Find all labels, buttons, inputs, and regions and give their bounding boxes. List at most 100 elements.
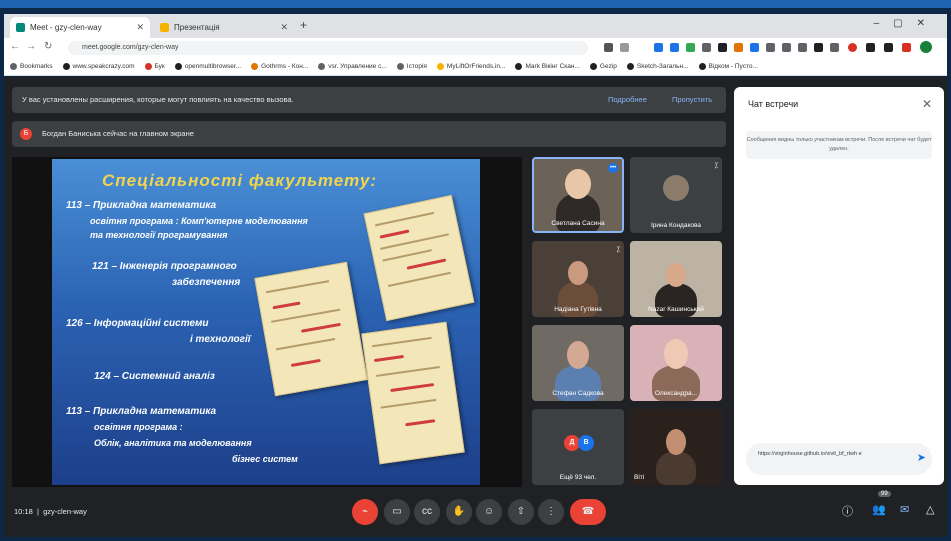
bookmark-item[interactable]: Маrk Вікінг Скан...: [515, 63, 580, 70]
extension-icon[interactable]: [702, 43, 711, 52]
close-window-icon[interactable]: ✕: [917, 18, 939, 29]
slide-line: 113 – Прикладна математика: [66, 406, 217, 417]
opera-icon[interactable]: [848, 43, 857, 52]
participant-badge: В: [578, 435, 594, 451]
participant-face: [664, 339, 688, 369]
desktop-top-stripe: [0, 0, 951, 8]
bookmark-item[interactable]: Історія: [396, 63, 427, 70]
dismiss-link[interactable]: Пропустить: [672, 87, 712, 113]
present-button[interactable]: ⇧: [508, 499, 534, 525]
people-icon[interactable]: 👥: [872, 503, 886, 516]
extension-icon[interactable]: [798, 43, 807, 52]
participant-tile[interactable]: ⁒ Надіана Гутівна: [532, 241, 624, 317]
tab-presentation[interactable]: Презентація ✕: [154, 17, 294, 38]
extension-icon[interactable]: [718, 43, 727, 52]
meeting-time-and-code: 10:18 | gzy-clen-way: [14, 507, 87, 516]
extension-icon[interactable]: [766, 43, 775, 52]
participant-tile[interactable]: Стефан Садкова: [532, 325, 624, 401]
participant-tile[interactable]: Олександра...: [630, 325, 722, 401]
participant-tile[interactable]: Nazar Кашинський: [630, 241, 722, 317]
extension-icon[interactable]: [734, 43, 743, 52]
raise-hand-button[interactable]: ✋: [446, 499, 472, 525]
new-tab-button[interactable]: +: [300, 18, 307, 32]
close-tab-icon[interactable]: ✕: [280, 22, 288, 33]
extension-icon[interactable]: [686, 43, 695, 52]
participant-tile[interactable]: Віті: [630, 409, 722, 485]
bookmark-label: www.speakcrazy.com: [72, 63, 135, 70]
extension-icon[interactable]: [620, 43, 629, 52]
participant-face: [567, 341, 589, 369]
camera-button[interactable]: ▭: [384, 499, 410, 525]
back-icon[interactable]: ←: [10, 41, 20, 52]
participant-name: Надіана Гутівна: [554, 306, 602, 313]
profile-avatar[interactable]: [920, 41, 932, 53]
participant-face: [666, 263, 686, 287]
extension-icon[interactable]: [654, 43, 663, 52]
leave-call-button[interactable]: ☎: [570, 499, 606, 525]
chat-message-input[interactable]: https://virginhouse.github.io/vivit_bf_r…: [746, 443, 932, 475]
mic-off-icon: ⁒: [616, 245, 620, 254]
bookmark-icon: [318, 63, 326, 70]
bookmark-item[interactable]: Sketch-Загальн...: [626, 63, 689, 70]
bookmark-label: MyLiftOrFriends.in...: [446, 63, 506, 70]
close-chat-icon[interactable]: ✕: [922, 97, 932, 111]
chat-icon[interactable]: ✉: [900, 503, 909, 516]
address-bar-row: ← → ↻ meet.google.com/gzy-clen-way: [4, 38, 947, 58]
mic-off-icon: ⁒: [714, 161, 718, 170]
send-icon[interactable]: ➤: [917, 451, 926, 464]
reload-icon[interactable]: ↻: [44, 41, 52, 52]
extension-icon[interactable]: [670, 43, 679, 52]
bookmark-item[interactable]: www.speakcrazy.com: [62, 63, 135, 70]
tab-meet[interactable]: Meet - gzy-clen-way ✕: [10, 17, 150, 38]
bookmark-item[interactable]: MyLiftOrFriends.in...: [436, 63, 506, 70]
extension-icon[interactable]: [782, 43, 791, 52]
extension-icon[interactable]: [830, 43, 839, 52]
bookmark-item[interactable]: Gezip: [589, 63, 617, 70]
more-participants-label: Ещё 93 чел.: [559, 474, 597, 481]
bookmark-item[interactable]: Бук: [144, 63, 165, 70]
url-input[interactable]: meet.google.com/gzy-clen-way: [68, 41, 588, 55]
slide-line: і технології: [190, 334, 251, 345]
slide-line: бізнес систем: [232, 454, 298, 464]
participant-name: Ірина Кондакова: [651, 222, 701, 229]
info-icon[interactable]: ⓘ: [842, 503, 853, 519]
emoji-button[interactable]: ☺: [476, 499, 502, 525]
extension-icon[interactable]: [604, 43, 613, 52]
bookmark-item[interactable]: vsr. Управление с...: [318, 63, 387, 70]
learn-more-link[interactable]: Подробнее: [608, 87, 647, 113]
maximize-icon[interactable]: ▢: [893, 18, 916, 29]
minimize-icon[interactable]: –: [874, 18, 894, 29]
bookmark-label: Маrk Вікінг Скан...: [525, 63, 580, 70]
meet-window: У вас установлены расширения, которые мо…: [4, 77, 947, 537]
bookmark-icon: [251, 63, 259, 70]
bookmark-item[interactable]: openmultibrowser...: [174, 63, 241, 70]
close-tab-icon[interactable]: ✕: [136, 22, 144, 33]
bookmark-item[interactable]: Gothrms - Кон...: [251, 63, 308, 70]
chat-title: Чат встречи: [748, 99, 799, 109]
window-controls[interactable]: –▢✕: [874, 18, 939, 29]
more-options-button[interactable]: ⋮: [538, 499, 564, 525]
captions-button[interactable]: cc: [414, 499, 440, 525]
more-participants-tile[interactable]: Д В Ещё 93 чел.: [532, 409, 624, 485]
forward-icon[interactable]: →: [26, 41, 36, 52]
extensions-puzzle-icon[interactable]: [866, 43, 875, 52]
extension-icon[interactable]: [814, 43, 823, 52]
meeting-time: 10:18: [14, 507, 33, 516]
mic-off-button[interactable]: ⌁: [352, 499, 378, 525]
chat-panel: Чат встречи ✕ Сообщения видны только уча…: [734, 87, 944, 485]
extension-icon[interactable]: [902, 43, 911, 52]
participant-tile[interactable]: ⁒ Ірина Кондакова: [630, 157, 722, 233]
meet-favicon-icon: [16, 23, 25, 32]
extension-icon[interactable]: [750, 43, 759, 52]
tab-title: Презентація: [174, 23, 220, 32]
sidebar-icon[interactable]: [884, 43, 893, 52]
bookmark-item[interactable]: Відком - Пусто...: [698, 63, 758, 70]
bookmark-icon: [144, 63, 152, 70]
bookmark-label: Історія: [406, 63, 427, 70]
bookmark-item[interactable]: Bookmarks: [10, 63, 53, 70]
participant-tile[interactable]: ••• Светлана Сасина: [532, 157, 624, 233]
bookmark-label: vsr. Управление с...: [328, 63, 387, 70]
activities-icon[interactable]: △: [926, 503, 934, 516]
bookmarks-bar: Bookmarks www.speakcrazy.com Бук openmul…: [4, 58, 947, 76]
document-image: [361, 321, 465, 465]
